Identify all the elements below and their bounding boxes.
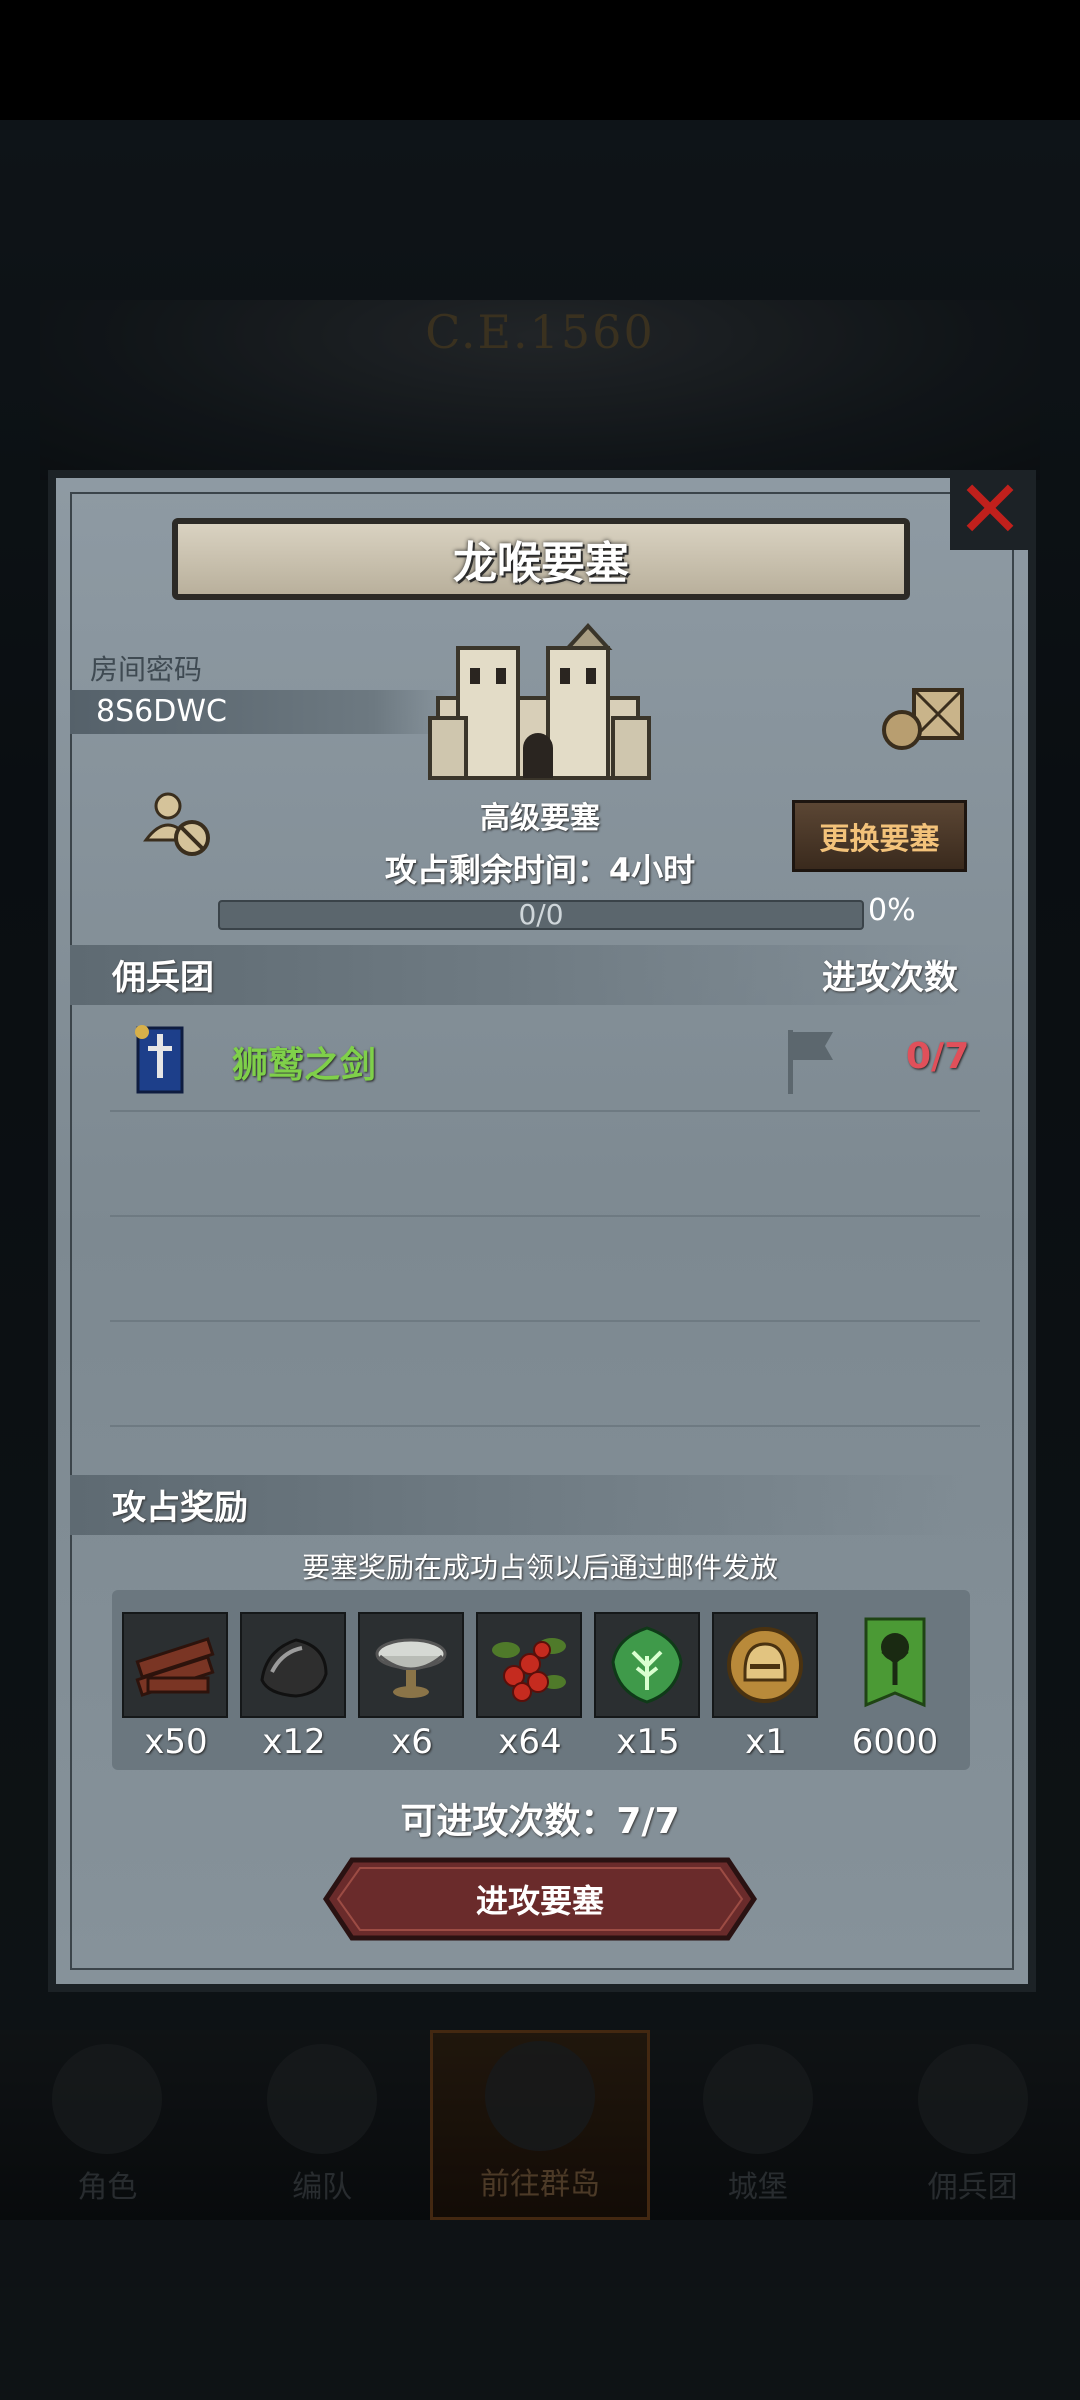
close-button[interactable]: ✕	[950, 470, 1030, 550]
flag-icon	[788, 1030, 833, 1094]
tree-banner-icon	[842, 1612, 948, 1718]
reward-qty: x64	[498, 1722, 562, 1762]
close-icon: ✕	[956, 463, 1024, 556]
dialog-title-banner: 龙喉要塞	[172, 518, 910, 600]
dialog-title: 龙喉要塞	[453, 538, 629, 589]
mercenary-name[interactable]: 狮鹫之剑	[232, 1036, 376, 1088]
progress-text: 0/0	[518, 898, 564, 931]
room-code-label: 房间密码	[90, 653, 203, 686]
green-tree-crest-icon	[594, 1612, 700, 1718]
occupation-progress-bar: 0/0	[218, 898, 864, 931]
remaining-time: 攻占剩余时间：4小时	[384, 851, 696, 889]
reward-item[interactable]: x12	[240, 1612, 348, 1762]
reward-item[interactable]: x1	[712, 1612, 820, 1762]
status-bar	[0, 0, 1080, 120]
reward-item[interactable]: x6	[358, 1612, 466, 1762]
list-row-divider	[110, 1215, 980, 1217]
reward-item[interactable]: x64	[476, 1612, 584, 1762]
berries-icon	[476, 1612, 582, 1718]
silver-bowl-icon	[358, 1612, 464, 1718]
fortress-image	[428, 623, 651, 780]
reward-item[interactable]: x50	[122, 1612, 230, 1762]
supply-crate-icon[interactable]	[880, 682, 968, 752]
list-row-divider	[110, 1320, 980, 1322]
list-row-divider	[110, 1110, 980, 1112]
ore-icon	[240, 1612, 346, 1718]
mercenary-attack-count: 0/7	[906, 1036, 970, 1077]
mercenary-banner-icon	[135, 1025, 184, 1094]
remaining-attempts: 可进攻次数：7/7	[400, 1801, 680, 1842]
knight-helmet-icon	[712, 1612, 818, 1718]
reward-note: 要塞奖励在成功占领以后通过邮件发放	[301, 1551, 778, 1584]
list-row-divider	[110, 1425, 980, 1427]
reward-qty: x50	[144, 1722, 208, 1762]
reward-qty: x12	[262, 1722, 326, 1762]
attack-count-header: 进攻次数	[822, 958, 958, 998]
reward-qty: x6	[391, 1722, 433, 1762]
progress-percent: 0%	[868, 893, 916, 928]
attack-fortress-label[interactable]: 进攻要塞	[322, 1856, 758, 1942]
reward-item[interactable]: x15	[594, 1612, 702, 1762]
reward-qty: 6000	[851, 1722, 939, 1762]
room-code[interactable]: 8S6DWC	[96, 694, 227, 729]
wood-planks-icon	[122, 1612, 228, 1718]
reward-qty: x1	[745, 1722, 787, 1762]
mercenary-section-title: 佣兵团	[112, 958, 214, 998]
reward-section-title: 攻占奖励	[112, 1488, 248, 1528]
reward-item[interactable]: 6000	[842, 1612, 948, 1762]
reward-qty: x15	[616, 1722, 680, 1762]
